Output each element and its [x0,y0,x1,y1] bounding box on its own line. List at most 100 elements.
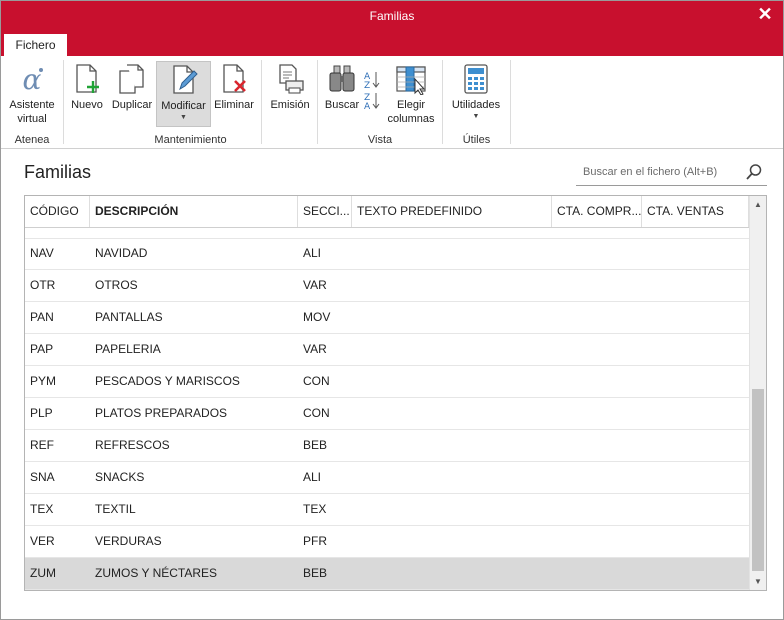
search-input[interactable]: Buscar en el fichero (Alt+B) [583,166,717,178]
modificar-label: Modificar [161,100,206,112]
tab-fichero[interactable]: Fichero [4,34,67,56]
ribbon-group-atenea: α Asistente virtual Atenea [1,56,63,149]
utilidades-button[interactable]: Utilidades ▼ [448,61,504,127]
chevron-down-icon: ▼ [472,113,480,120]
ribbon-group-utiles: Utilidades ▼ Útiles [443,56,510,149]
scroll-down-icon[interactable]: ▼ [750,573,766,590]
table-row[interactable]: VER VERDURAS PFR [25,526,750,558]
cell-seccion: VAR [303,278,327,292]
cell-descripcion: TEXTIL [95,502,136,516]
choose-columns-icon [396,66,426,95]
cell-seccion: BEB [303,438,328,452]
buscar-button[interactable]: Buscar [322,61,362,127]
ribbon-group-mantenimiento: Nuevo Duplicar Modificar ▼ Eliminar Emis… [64,56,317,149]
page-title: Familias [24,162,92,182]
asistente-label-line1: Asistente [9,99,55,111]
cell-descripcion: REFRESCOS [95,438,170,452]
search-icon[interactable] [745,163,763,181]
table-row[interactable]: PYM PESCADOS Y MARISCOS CON [25,366,750,398]
table-header: CÓDIGO DESCRIPCIÓN SECCI... TEXTO PREDEF… [25,196,750,228]
table-row[interactable]: PAP PAPELERIA VAR [25,334,750,366]
cell-seccion: TEX [303,502,327,516]
duplicar-button[interactable]: Duplicar [108,61,156,127]
nuevo-label: Nuevo [71,99,103,111]
sort-button[interactable]: A Z Z A [361,61,383,111]
elegir-columnas-button[interactable]: Elegir columnas [386,61,436,127]
app-window: Familias ✕ Fichero α Asistente virtual A… [0,0,784,620]
binoculars-icon [329,65,355,92]
cell-descripcion: ZUMOS Y NÉCTARES [95,566,218,580]
cell-codigo: PAP [30,342,54,356]
cell-descripcion: PLATOS PREPARADOS [95,406,228,420]
column-header-texto-predefinido[interactable]: TEXTO PREDEFINIDO [352,196,552,227]
elegir-label-line1: Elegir [396,99,426,111]
cell-descripcion: VERDURAS [95,534,162,548]
title-bar: Familias ✕ [1,1,783,32]
table-row-selected[interactable]: ZUM ZUMOS Y NÉCTARES BEB [25,558,750,590]
cell-codigo: PYM [30,374,57,388]
svg-text:A: A [364,102,371,111]
asistente-virtual-button[interactable]: α Asistente virtual [5,61,59,127]
eliminar-label: Eliminar [214,99,254,111]
cell-codigo: NAV [30,246,54,260]
scroll-up-icon[interactable]: ▲ [750,196,766,213]
cell-seccion: CON [303,406,330,420]
group-title-mantenimiento: Mantenimiento [154,134,227,146]
cell-seccion: CON [303,374,330,388]
group-title-vista: Vista [367,134,393,146]
table-row[interactable]: TEX TEXTIL TEX [25,494,750,526]
utilidades-label: Utilidades [451,99,501,111]
group-title-utiles: Útiles [462,134,491,146]
emision-button[interactable]: Emisión [267,61,313,127]
print-icon [279,64,304,94]
cell-codigo: ZUM [30,566,56,580]
table-row[interactable]: OTR OTROS VAR [25,270,750,302]
group-separator [510,60,511,144]
cell-codigo: SNA [30,470,55,484]
eliminar-button[interactable]: Eliminar [212,61,256,127]
table-row[interactable]: PLP PLATOS PREPARADOS CON [25,398,750,430]
cell-seccion: PFR [303,534,327,548]
emision-label: Emisión [270,99,310,111]
table-row[interactable]: NAV NAVIDAD ALI [25,238,750,270]
close-icon[interactable]: ✕ [755,5,775,25]
table-row[interactable]: REF REFRESCOS BEB [25,430,750,462]
ribbon-tabstrip: Fichero [1,32,783,56]
cell-codigo: OTR [30,278,56,292]
cell-descripcion: OTROS [95,278,138,292]
cell-codigo: TEX [30,502,54,516]
column-header-seccion[interactable]: SECCI... [298,196,352,227]
cell-descripcion: SNACKS [95,470,145,484]
cell-descripcion: PANTALLAS [95,310,163,324]
modificar-button[interactable]: Modificar ▼ [156,61,211,127]
table-row[interactable]: PAN PANTALLAS MOV [25,302,750,334]
svg-text:α: α [23,63,42,95]
column-header-codigo[interactable]: CÓDIGO [25,196,90,227]
calculator-icon [464,64,488,94]
sort-az-icon: A Z Z A [364,72,380,111]
cell-codigo: PLP [30,406,53,420]
table-row[interactable]: SNA SNACKS ALI [25,462,750,494]
vertical-scrollbar[interactable]: ▲ ▼ [749,196,766,590]
window-title: Familias [369,9,415,23]
new-document-icon [76,64,99,93]
scrollbar-thumb[interactable] [752,389,764,571]
column-header-cta-ventas[interactable]: CTA. VENTAS [642,196,749,227]
cell-descripcion: PESCADOS Y MARISCOS [95,374,240,388]
alpha-icon: α [23,63,43,95]
buscar-label: Buscar [324,99,360,111]
duplicar-label: Duplicar [111,99,153,111]
group-separator [261,60,262,144]
cell-descripcion: NAVIDAD [95,246,148,260]
column-header-cta-compras[interactable]: CTA. COMPR... [552,196,642,227]
ribbon: α Asistente virtual Atenea Nuevo Duplica… [1,56,783,149]
cell-seccion: ALI [303,470,322,484]
chevron-down-icon: ▼ [180,114,187,121]
cell-codigo: REF [30,438,54,452]
nuevo-button[interactable]: Nuevo [69,61,105,127]
edit-document-icon [172,65,198,94]
search-box[interactable]: Buscar en el fichero (Alt+B) [576,159,767,186]
column-header-descripcion[interactable]: DESCRIPCIÓN [90,196,298,227]
asistente-label-line2: virtual [17,113,47,125]
families-table: CÓDIGO DESCRIPCIÓN SECCI... TEXTO PREDEF… [24,195,767,591]
